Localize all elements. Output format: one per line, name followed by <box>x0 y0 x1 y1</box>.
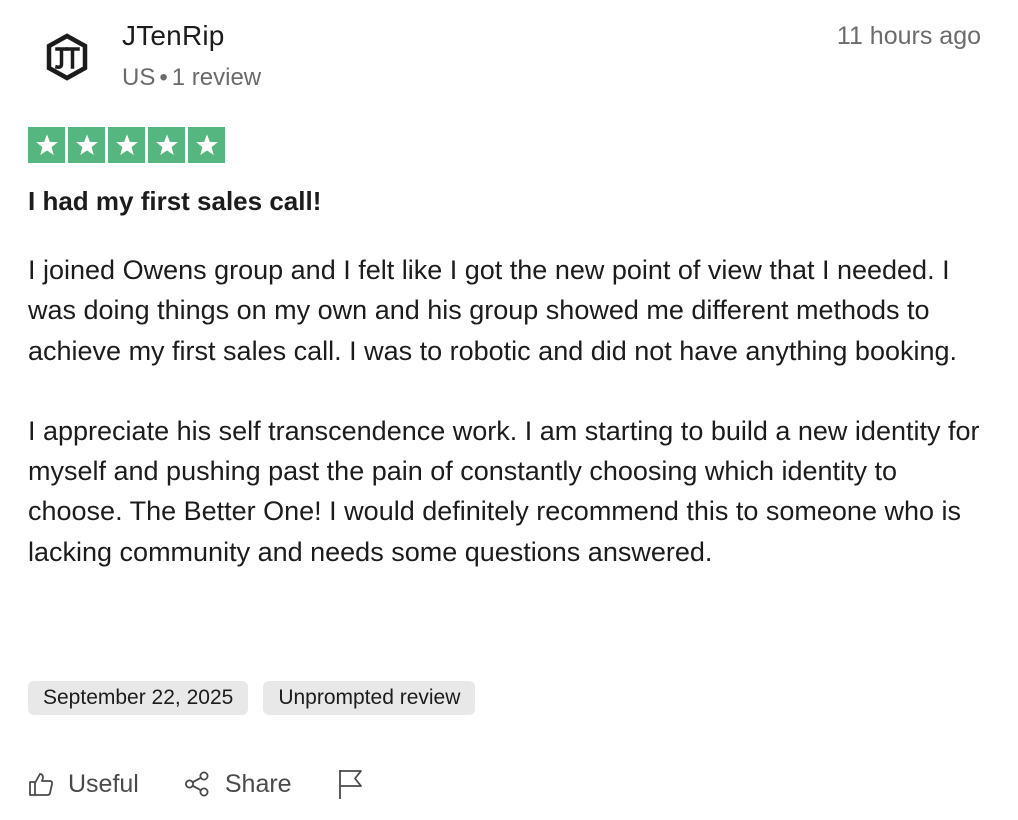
review-card: JTenRip US • 1 review 11 hours ago I had m… <box>0 0 1018 820</box>
review-title: I had my first sales call! <box>28 186 322 216</box>
review-body: I joined Owens group and I felt like I g… <box>28 250 990 572</box>
date-tag: September 22, 2025 <box>28 681 249 715</box>
flag-icon <box>338 770 362 799</box>
star-icon <box>108 127 145 163</box>
thumbs-up-icon <box>29 773 53 796</box>
meta-separator: • <box>159 64 168 91</box>
reviewer-country: US <box>122 64 156 91</box>
star-icon <box>68 127 105 163</box>
star-icon <box>28 127 65 163</box>
reviewer-review-count[interactable]: 1 review <box>172 64 261 91</box>
share-button[interactable]: Share <box>183 770 292 799</box>
avatar[interactable] <box>36 26 98 88</box>
star-icon <box>148 127 185 163</box>
star-rating <box>28 127 225 163</box>
useful-button[interactable]: Useful <box>28 770 139 799</box>
review-tags: September 22, 2025 Unprompted review <box>28 681 476 715</box>
reviewer-meta: US • 1 review <box>122 64 261 92</box>
share-label: Share <box>224 769 292 798</box>
review-timestamp: 11 hours ago <box>836 22 981 50</box>
star-icon <box>188 127 225 163</box>
useful-label: Useful <box>68 769 139 798</box>
jt-logo-icon <box>46 33 88 81</box>
review-paragraph: I appreciate his self transcendence work… <box>28 415 980 567</box>
reviewer-name[interactable]: JTenRip <box>122 20 225 52</box>
share-icon <box>184 771 209 797</box>
review-type-tag[interactable]: Unprompted review <box>263 681 476 715</box>
report-button[interactable] <box>336 768 364 800</box>
review-actions: Useful Share <box>28 768 364 800</box>
review-paragraph: I joined Owens group and I felt like I g… <box>28 255 958 366</box>
